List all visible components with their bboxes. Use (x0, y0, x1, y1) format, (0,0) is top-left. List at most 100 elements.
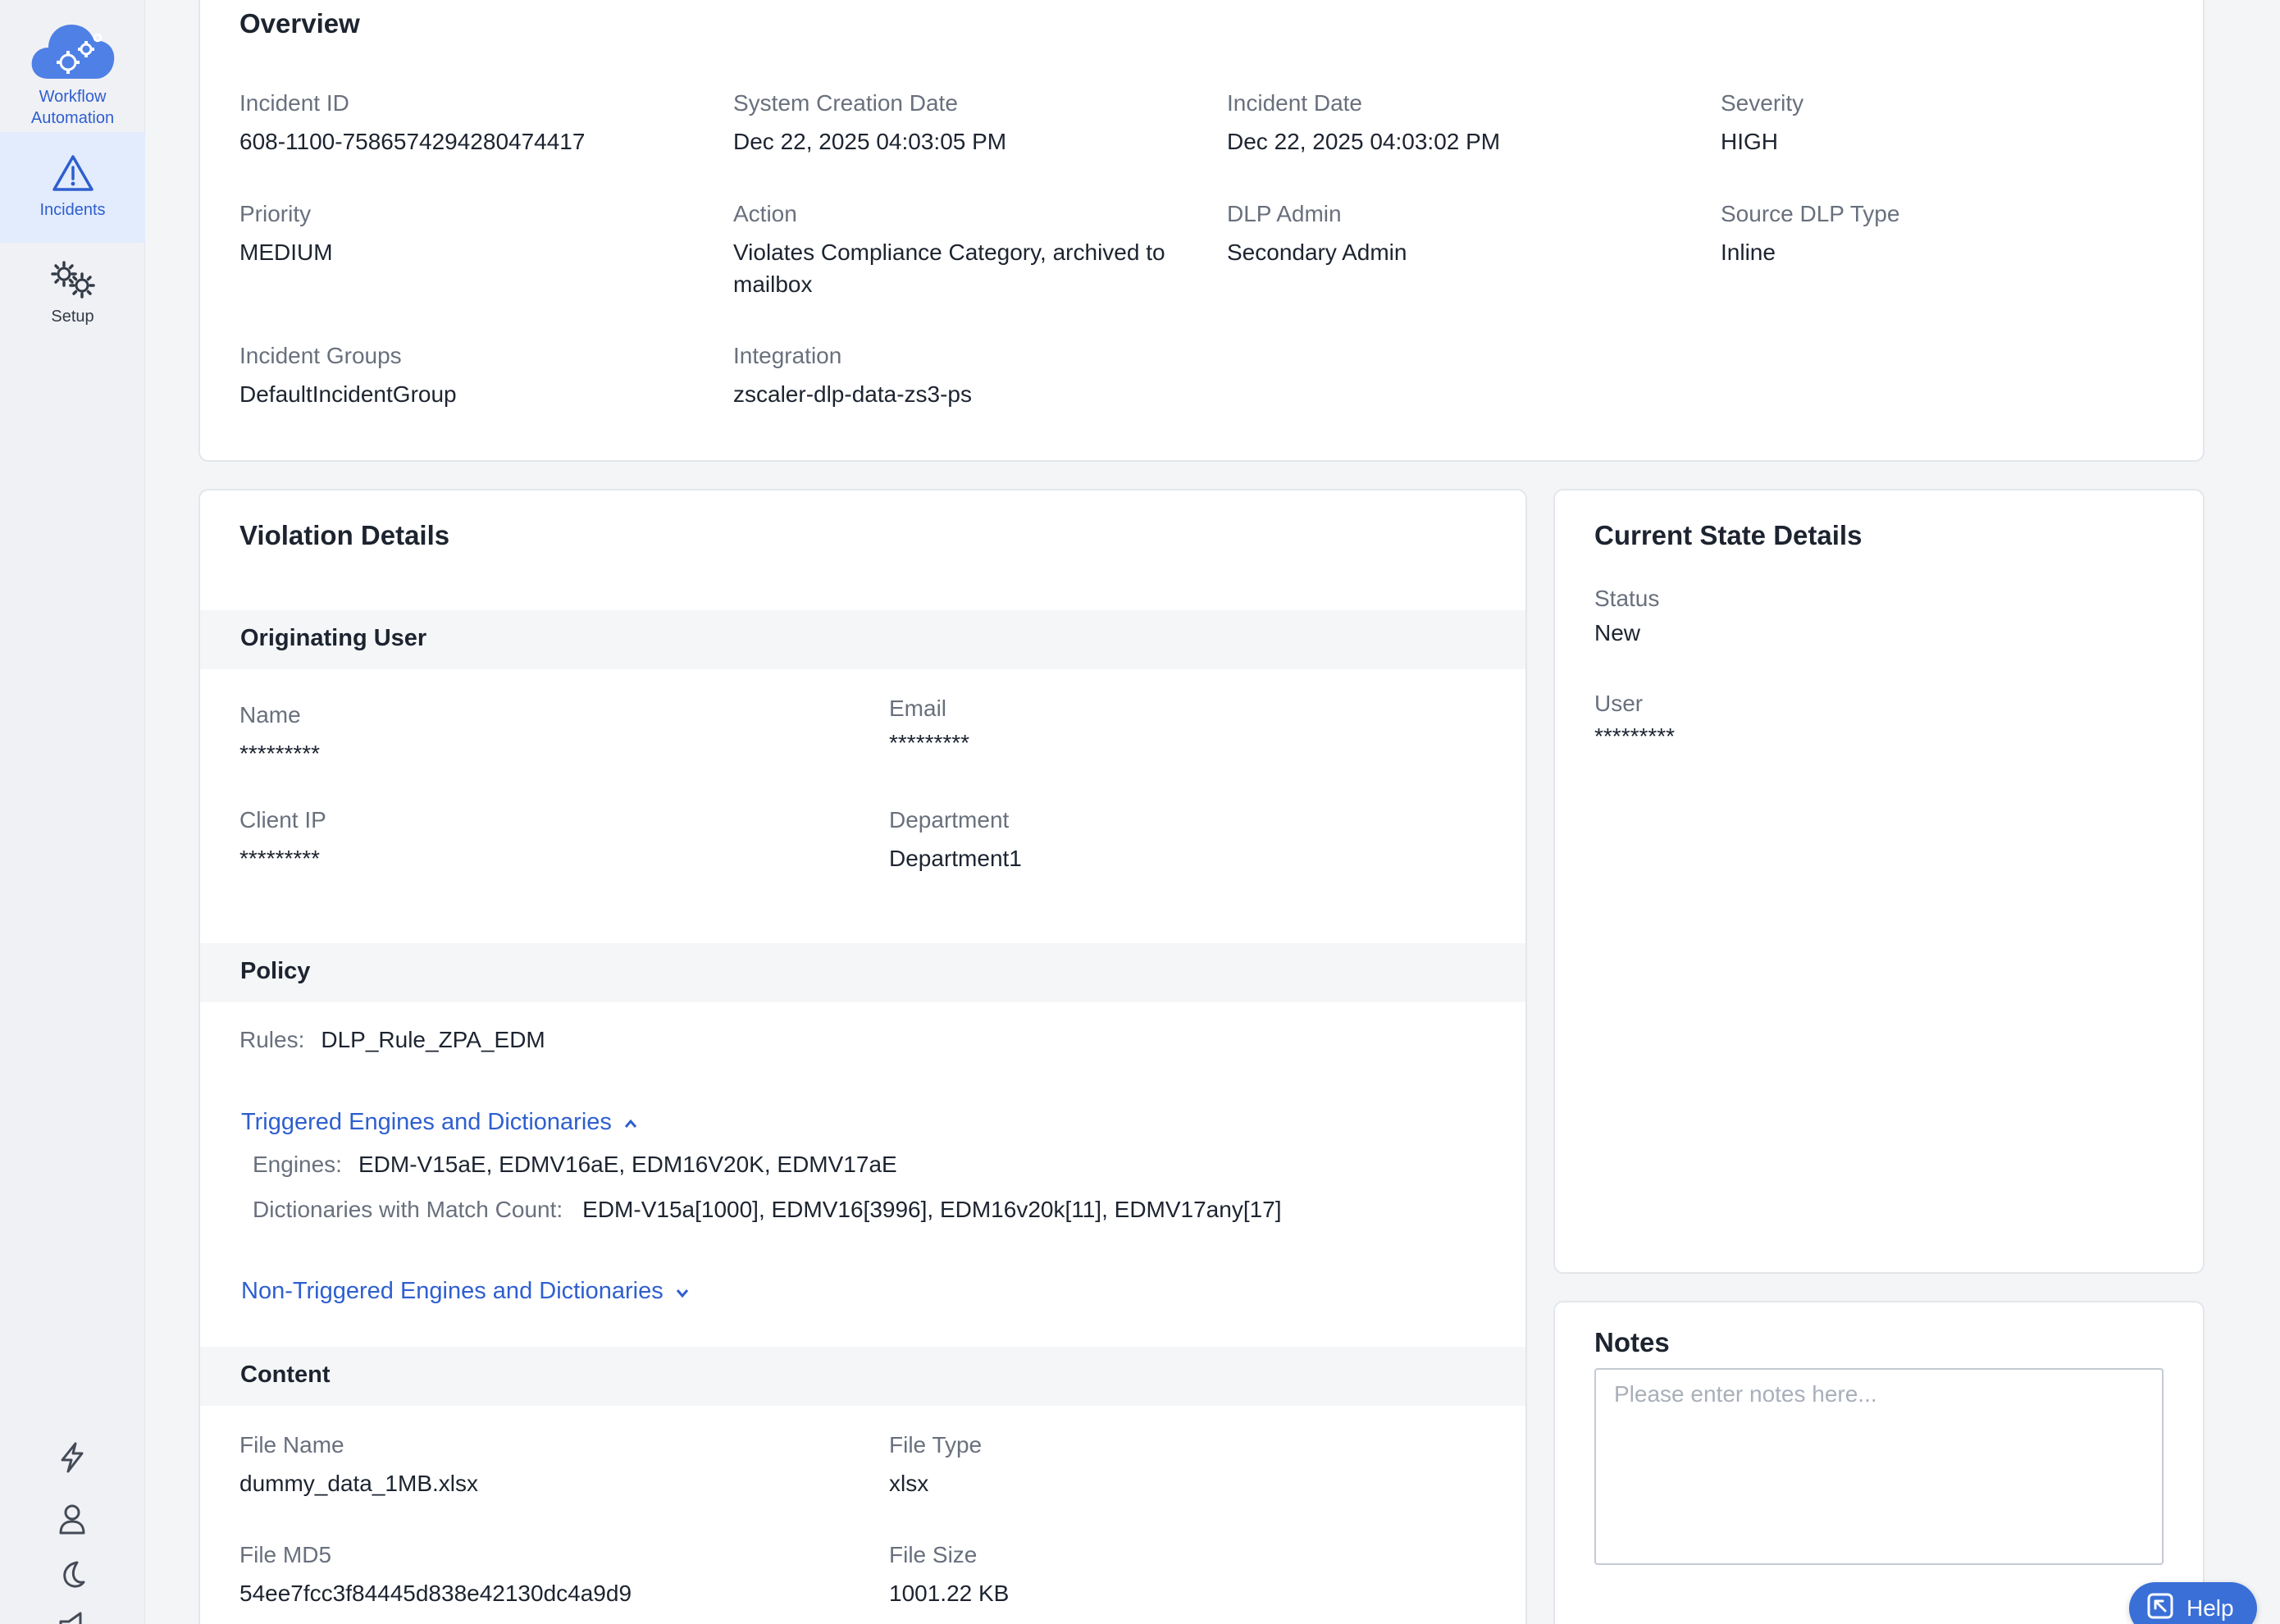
link-label: Triggered Engines and Dictionaries (241, 1109, 612, 1135)
section-heading: Content (240, 1362, 331, 1388)
overview-title: Overview (239, 8, 360, 39)
rules-label: Rules: (239, 1027, 305, 1052)
rules-value: DLP_Rule_ZPA_EDM (321, 1027, 545, 1052)
field-value: MEDIUM (239, 239, 333, 265)
field-label: User (1594, 691, 1644, 716)
triggered-engines-toggle[interactable]: Triggered Engines and Dictionaries (241, 1109, 638, 1136)
sidebar-item-label: Setup (51, 308, 94, 326)
field-value: ********* (889, 730, 970, 755)
section-heading: Originating User (240, 625, 427, 651)
field-label: Priority (239, 201, 312, 226)
field-label: Email (889, 696, 947, 721)
field-severity: Severity HIGH (1721, 89, 2147, 157)
field-user: User ********* (1594, 689, 2152, 752)
field-label: File Type (889, 1432, 983, 1457)
moon-icon[interactable] (54, 1557, 90, 1593)
field-value: Dec 22, 2025 04:03:02 PM (1227, 129, 1501, 154)
field-label: Incident Groups (239, 343, 402, 368)
field-label: Incident ID (239, 90, 349, 116)
gears-icon (48, 259, 98, 304)
sidebar-item-label: Automation (30, 109, 115, 127)
field-department: Department Department1 (889, 805, 1463, 874)
field-label: Severity (1721, 90, 1804, 116)
engines-label: Engines: (253, 1152, 342, 1177)
field-value: zscaler-dlp-data-zs3-ps (733, 381, 972, 407)
sidebar-item-workflow-automation[interactable]: Workflow Automation (0, 20, 145, 131)
workflow-cloud-icon (29, 20, 117, 86)
field-value: HIGH (1721, 129, 1778, 154)
field-client-ip: Client IP ********* (239, 805, 814, 874)
sidebar-item-setup[interactable]: Setup (0, 259, 145, 333)
field-file-name: File Name dummy_data_1MB.xlsx (239, 1430, 814, 1499)
field-value: xlsx (889, 1471, 929, 1496)
field-label: DLP Admin (1227, 201, 1342, 226)
field-value: ********* (1594, 723, 1676, 749)
user-icon[interactable] (54, 1501, 90, 1537)
field-dlp-admin: DLP Admin Secondary Admin (1227, 199, 1686, 268)
field-value: Inline (1721, 239, 1776, 265)
current-state-title: Current State Details (1594, 520, 1863, 550)
violation-details-title: Violation Details (239, 520, 450, 550)
field-email: Email ********* (889, 694, 1463, 759)
notes-title: Notes (1594, 1327, 1670, 1357)
help-label: Help (2187, 1595, 2234, 1621)
chevron-up-icon (623, 1109, 638, 1136)
field-name: Name ********* (239, 700, 814, 769)
content-header: Content (200, 1347, 1525, 1406)
policy-header: Policy (200, 943, 1525, 1002)
policy-engines: Engines: EDM-V15aE, EDMV16aE, EDM16V20K, … (253, 1152, 897, 1178)
field-label: Client IP (239, 807, 326, 833)
field-value: dummy_data_1MB.xlsx (239, 1471, 479, 1496)
field-value: Dec 22, 2025 04:03:05 PM (733, 129, 1007, 154)
help-external-icon (2145, 1591, 2175, 1624)
notes-input[interactable] (1594, 1368, 2164, 1565)
link-label: Non-Triggered Engines and Dictionaries (241, 1278, 663, 1304)
originating-user-header: Originating User (200, 610, 1525, 669)
notes-card: Notes (1553, 1301, 2205, 1624)
field-integration: Integration zscaler-dlp-data-zs3-ps (733, 341, 1192, 410)
field-value: ********* (239, 741, 321, 766)
field-label: Incident Date (1227, 90, 1362, 116)
field-label: Department (889, 807, 1010, 833)
field-value: ********* (239, 846, 321, 871)
policy-dictionaries: Dictionaries with Match Count: EDM-V15a[1… (253, 1197, 1282, 1223)
field-value: Violates Compliance Category, archived t… (733, 239, 1165, 297)
field-value: DefaultIncidentGroup (239, 381, 457, 407)
sidebar: Workflow Automation Incidents Setup (0, 0, 145, 1624)
engines-value: EDM-V15aE, EDMV16aE, EDM16V20K, EDMV17aE (358, 1152, 897, 1177)
field-action: Action Violates Compliance Category, arc… (733, 199, 1192, 300)
field-source-dlp-type: Source DLP Type Inline (1721, 199, 2147, 268)
field-label: File Name (239, 1432, 344, 1457)
overview-card: Overview Incident ID 608-1100-7586574294… (198, 0, 2205, 462)
chevron-down-icon (675, 1278, 690, 1305)
field-value: Secondary Admin (1227, 239, 1407, 265)
dictionaries-value: EDM-V15a[1000], EDMV16[3996], EDM16v20k[… (582, 1197, 1282, 1222)
field-label: Status (1594, 586, 1660, 611)
current-state-card: Current State Details Status New User **… (1553, 489, 2205, 1274)
policy-rules: Rules: DLP_Rule_ZPA_EDM (239, 1027, 545, 1053)
sidebar-item-label: Incidents (39, 201, 106, 219)
field-system-creation-date: System Creation Date Dec 22, 2025 04:03:… (733, 89, 1192, 157)
megaphone-icon[interactable] (54, 1608, 90, 1624)
sidebar-item-label: Workflow (39, 88, 107, 106)
field-label: Name (239, 702, 301, 728)
section-heading: Policy (240, 958, 311, 984)
non-triggered-engines-toggle[interactable]: Non-Triggered Engines and Dictionaries (241, 1278, 690, 1305)
field-label: Action (733, 201, 797, 226)
field-file-md5: File MD5 54ee7fcc3f84445d838e42130dc4a9d… (239, 1540, 814, 1609)
field-label: Source DLP Type (1721, 201, 1900, 226)
help-button[interactable]: Help (2129, 1582, 2257, 1624)
sidebar-item-incidents[interactable]: Incidents (0, 132, 145, 243)
field-status: Status New (1594, 584, 2152, 649)
field-value: Department1 (889, 846, 1022, 871)
violation-details-card: Violation Details Originating User Name … (198, 489, 1527, 1624)
field-value: 608-1100-7586574294280474417 (239, 129, 586, 154)
field-label: System Creation Date (733, 90, 958, 116)
bolt-icon[interactable] (54, 1439, 90, 1476)
field-value: New (1594, 620, 1641, 645)
dictionaries-label: Dictionaries with Match Count: (253, 1197, 563, 1222)
field-file-type: File Type xlsx (889, 1430, 1463, 1499)
field-label: File MD5 (239, 1542, 332, 1567)
field-label: File Size (889, 1542, 978, 1567)
field-file-size: File Size 1001.22 KB (889, 1540, 1463, 1609)
